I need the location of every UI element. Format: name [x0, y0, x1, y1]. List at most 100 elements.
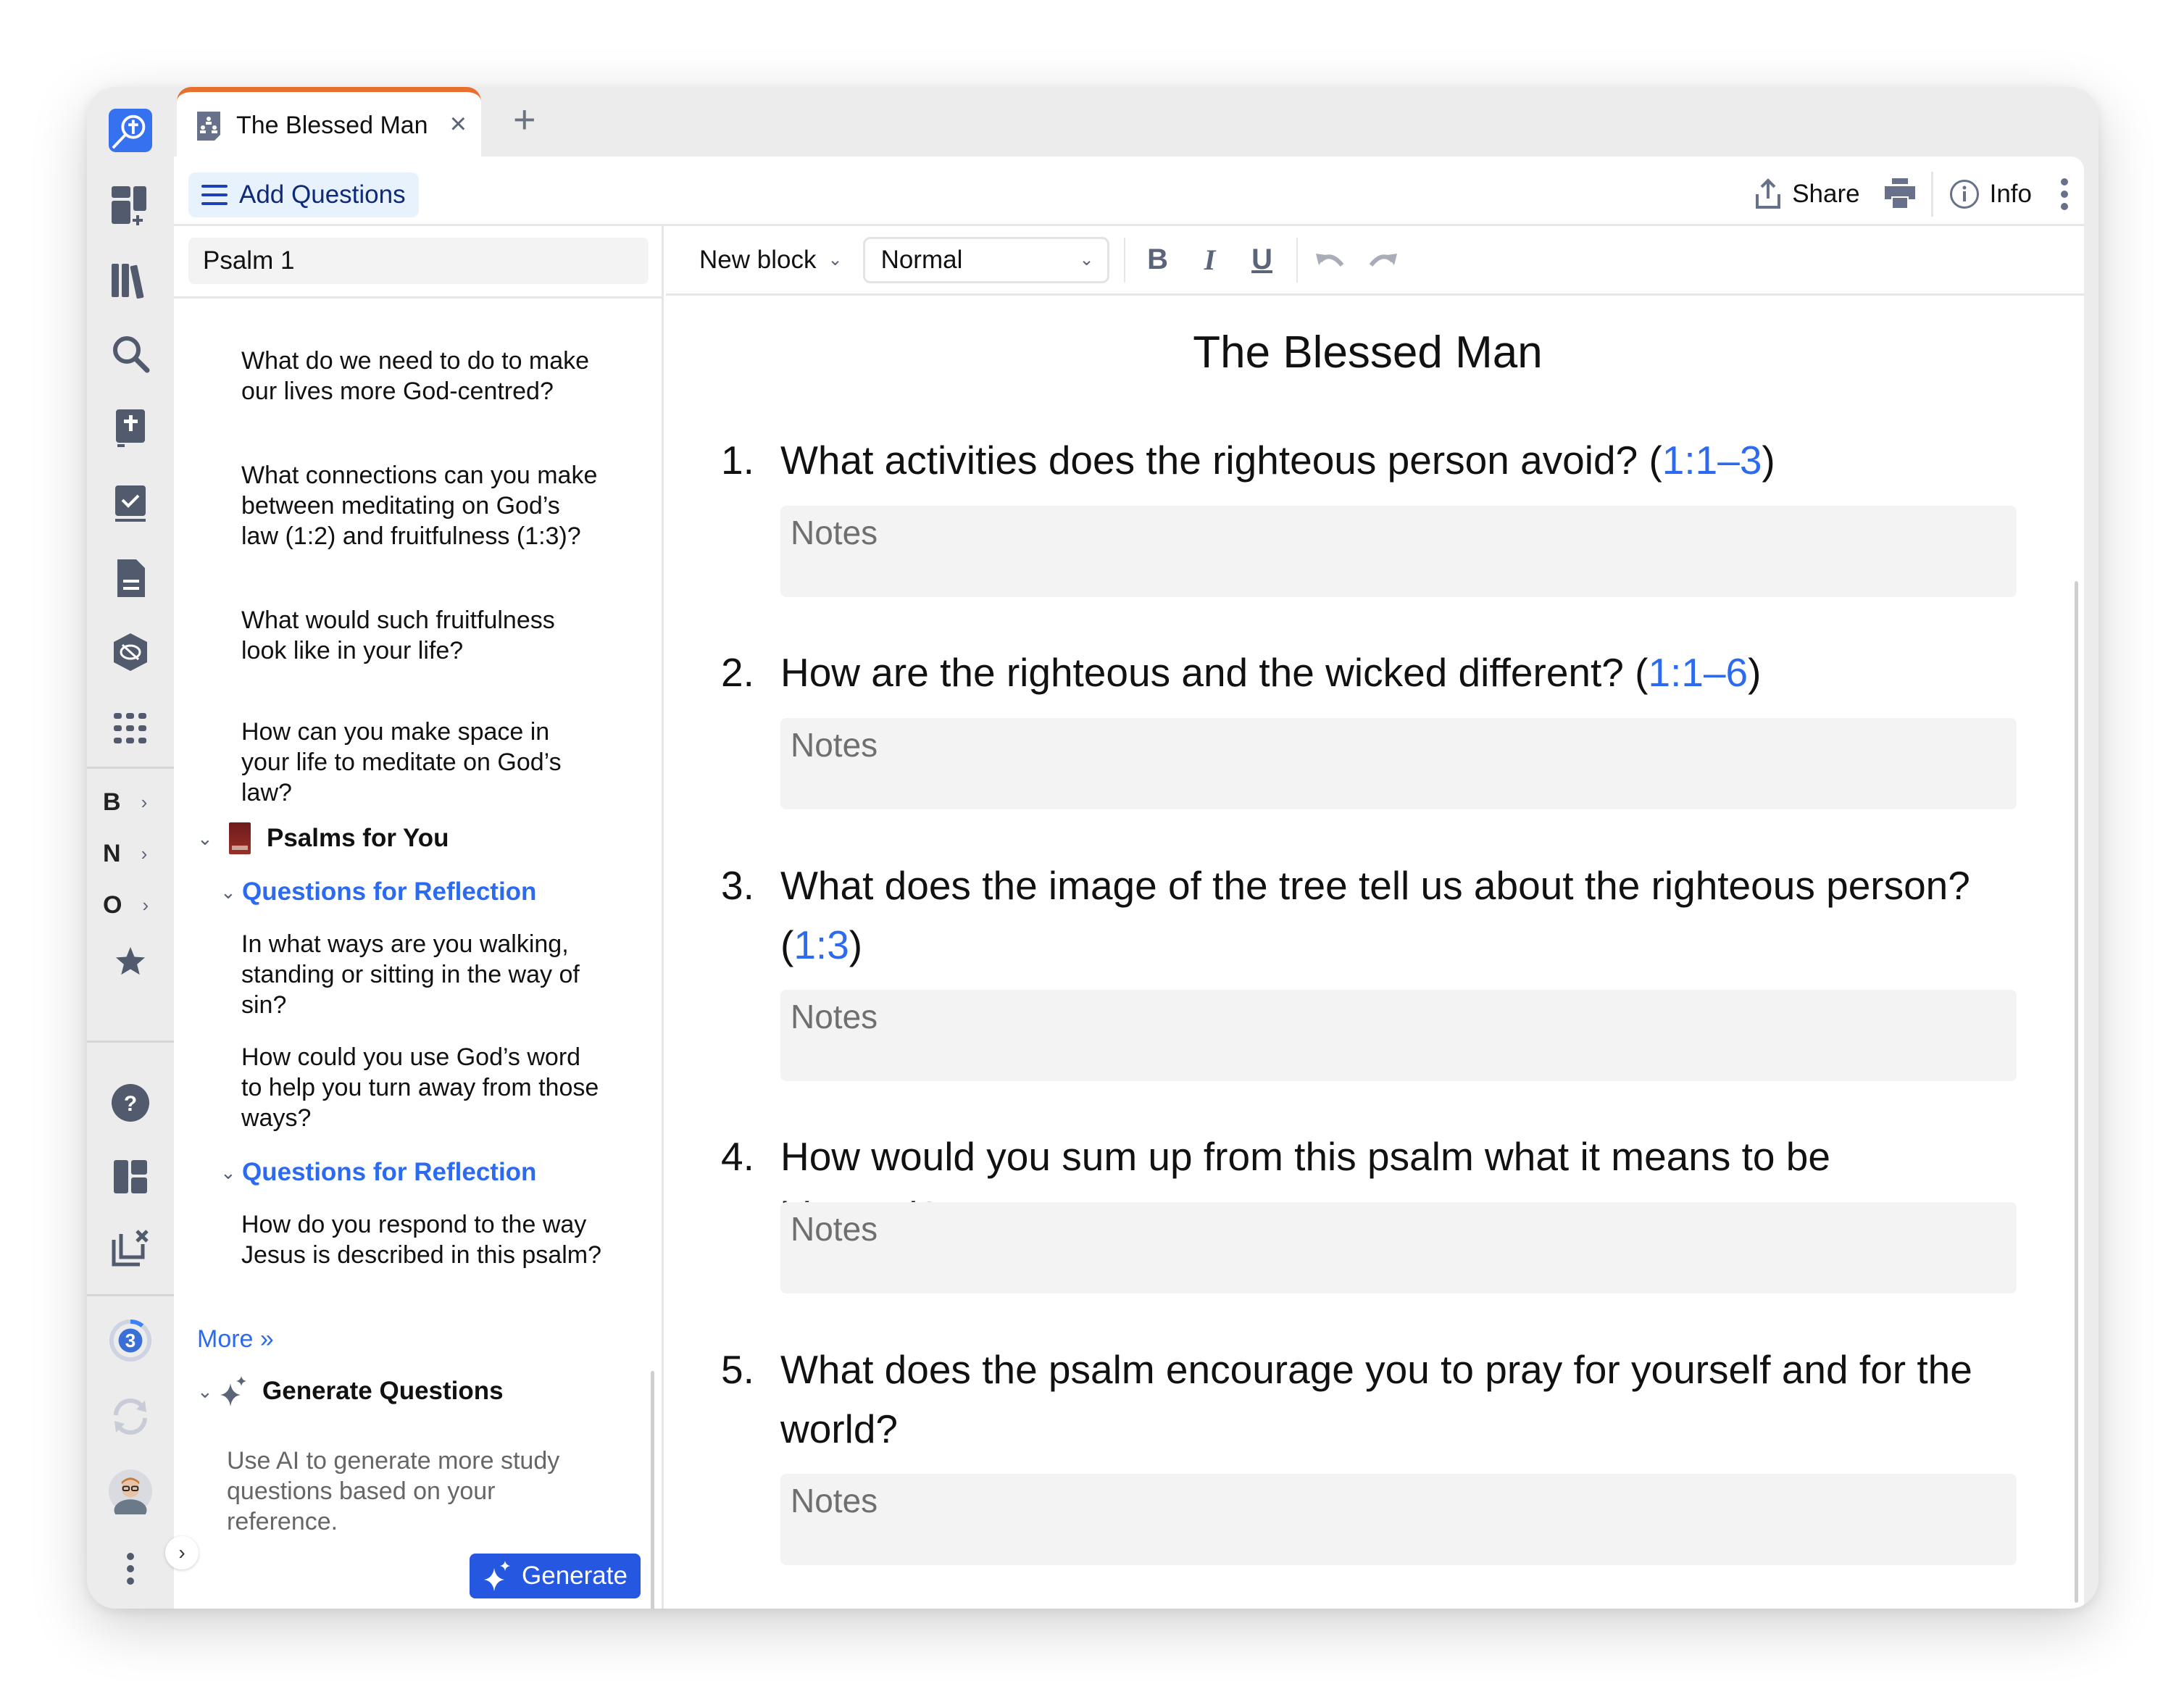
- apps-grid-icon[interactable]: [109, 706, 152, 750]
- chevron-right-icon: ›: [178, 1541, 186, 1564]
- style-value: Normal: [880, 245, 963, 274]
- left-panel-scrollbar[interactable]: [651, 1371, 654, 1609]
- search-icon[interactable]: [109, 332, 152, 375]
- question-text[interactable]: What does the image of the tree tell us …: [780, 856, 1998, 975]
- chevron-right-icon: ›: [142, 893, 149, 916]
- format-toolbar: New block ⌄ Normal ⌄ B I U: [666, 226, 2084, 296]
- scripture-reference-link[interactable]: 1:1–3: [1662, 438, 1762, 483]
- list-item[interactable]: What do we need to do to make our lives …: [241, 346, 604, 406]
- add-panel-icon[interactable]: [109, 183, 152, 227]
- undo-button[interactable]: [1312, 238, 1349, 282]
- list-item[interactable]: How do you respond to the way Jesus is d…: [241, 1209, 604, 1270]
- toolbar-divider: [1296, 237, 1298, 283]
- chevron-right-icon: ›: [141, 842, 148, 864]
- toolbar-right: Share Info: [1754, 172, 2070, 217]
- chevron-down-icon: ⌄: [828, 250, 843, 270]
- rail-shortcut-o[interactable]: O ›: [103, 888, 161, 922]
- generate-description: Use AI to generate more study questions …: [227, 1447, 560, 1535]
- info-button[interactable]: Info: [1949, 179, 2032, 209]
- notes-field[interactable]: Notes: [780, 990, 2017, 1081]
- editor-scrollbar[interactable]: [2075, 581, 2078, 1603]
- redo-button[interactable]: [1364, 238, 1401, 282]
- app-window: B › N › O › ? 3 The Blessed Man × + Add …: [87, 87, 2098, 1609]
- notes-field[interactable]: Notes: [780, 1474, 2017, 1565]
- tab-the-blessed-man[interactable]: The Blessed Man ×: [177, 87, 481, 159]
- question-number: 1.: [721, 438, 754, 483]
- document-body: The Blessed Man 1. What activities does …: [666, 298, 2084, 1609]
- document-icon[interactable]: [109, 556, 152, 600]
- scripture-reference-link[interactable]: 1:1–6: [1648, 650, 1748, 695]
- chevron-down-icon: ⌄: [220, 1161, 236, 1183]
- bible-icon[interactable]: [109, 406, 152, 450]
- question-text[interactable]: What does the psalm encourage you to pra…: [780, 1340, 1998, 1459]
- resource-header-psalms-for-you[interactable]: ⌄ Psalms for You: [197, 822, 449, 854]
- generate-label: Generate: [522, 1562, 628, 1590]
- new-block-dropdown[interactable]: New block ⌄: [699, 246, 843, 275]
- question-number: 5.: [721, 1347, 754, 1392]
- expand-rail-button[interactable]: ›: [165, 1536, 199, 1569]
- notes-field[interactable]: Notes: [780, 506, 2017, 597]
- share-label: Share: [1792, 180, 1860, 208]
- reference-search-input[interactable]: [188, 238, 649, 284]
- rail-divider: [87, 1294, 174, 1296]
- more-vertical-icon: [2059, 178, 2070, 211]
- scripture-reference-link[interactable]: 1:3: [793, 922, 849, 967]
- question-text[interactable]: What activities does the righteous perso…: [780, 430, 1998, 490]
- paragraph-style-select[interactable]: Normal ⌄: [862, 236, 1109, 283]
- layouts-icon[interactable]: [109, 1155, 152, 1198]
- toolbar-divider: [1930, 172, 1933, 217]
- more-link[interactable]: More »: [197, 1325, 274, 1354]
- section-title: Questions for Reflection: [242, 877, 537, 906]
- document-title[interactable]: The Blessed Man: [666, 327, 2070, 378]
- new-tab-button[interactable]: +: [513, 100, 536, 139]
- more-options-button[interactable]: [2059, 178, 2070, 211]
- library-icon[interactable]: [109, 258, 152, 301]
- guides-icon[interactable]: [109, 630, 152, 674]
- add-questions-button[interactable]: Add Questions: [188, 172, 419, 217]
- notes-field[interactable]: Notes: [780, 1202, 2017, 1293]
- book-cover-icon: [229, 822, 251, 854]
- tab-title: The Blessed Man: [236, 112, 428, 139]
- sync-icon[interactable]: [109, 1395, 152, 1438]
- list-item[interactable]: In what ways are you walking, standing o…: [241, 929, 604, 1020]
- close-panels-icon[interactable]: [109, 1226, 152, 1269]
- italic-button[interactable]: I: [1192, 238, 1228, 282]
- chevron-down-icon: ⌄: [1079, 250, 1094, 270]
- question-number: 2.: [721, 650, 754, 695]
- list-item[interactable]: What would such fruitfulness look like i…: [241, 605, 604, 666]
- icon-rail: B › N › O › ? 3: [87, 87, 174, 1609]
- more-vertical-icon[interactable]: [109, 1547, 152, 1590]
- rail-shortcut-b[interactable]: B ›: [103, 785, 161, 820]
- generate-button[interactable]: Generate: [470, 1554, 641, 1598]
- help-icon[interactable]: ?: [109, 1081, 152, 1125]
- bold-button[interactable]: B: [1140, 238, 1176, 282]
- reference-search-row: [174, 226, 662, 299]
- generate-questions-header[interactable]: ⌄ Generate Questions: [197, 1376, 504, 1406]
- favorites-star-icon[interactable]: [109, 939, 152, 983]
- section-header-questions-for-reflection[interactable]: ⌄ Questions for Reflection: [220, 1158, 536, 1187]
- question-number: 4.: [721, 1134, 754, 1179]
- question-text[interactable]: How are the righteous and the wicked dif…: [780, 643, 1998, 702]
- list-item[interactable]: What connections can you make between me…: [241, 460, 604, 551]
- new-block-label: New block: [699, 245, 817, 274]
- close-tab-icon[interactable]: ×: [450, 109, 467, 138]
- chevron-down-icon: ⌄: [220, 880, 236, 903]
- activity-progress-badge[interactable]: 3: [109, 1319, 152, 1362]
- print-button[interactable]: [1884, 178, 1915, 210]
- resource-title: Psalms for You: [267, 824, 449, 852]
- list-item[interactable]: How can you make space in your life to m…: [241, 717, 604, 808]
- reading-plan-icon[interactable]: [109, 482, 152, 525]
- tab-bar: The Blessed Man × +: [174, 87, 2098, 159]
- user-avatar[interactable]: [109, 1469, 152, 1514]
- list-item[interactable]: How could you use God’s word to help you…: [241, 1042, 604, 1133]
- share-button[interactable]: Share: [1754, 178, 1860, 210]
- section-header-questions-for-reflection[interactable]: ⌄ Questions for Reflection: [220, 877, 536, 906]
- chevron-down-icon: ⌄: [197, 827, 213, 849]
- content-area: Add Questions Share Info Psalm 1 What do…: [174, 157, 2084, 1609]
- share-icon: [1754, 178, 1782, 210]
- questions-panel: What do we need to do to make our lives …: [174, 226, 664, 1609]
- logos-logo-icon[interactable]: [109, 109, 152, 152]
- rail-shortcut-n[interactable]: N ›: [103, 836, 161, 871]
- underline-button[interactable]: U: [1244, 238, 1280, 282]
- notes-field[interactable]: Notes: [780, 718, 2017, 809]
